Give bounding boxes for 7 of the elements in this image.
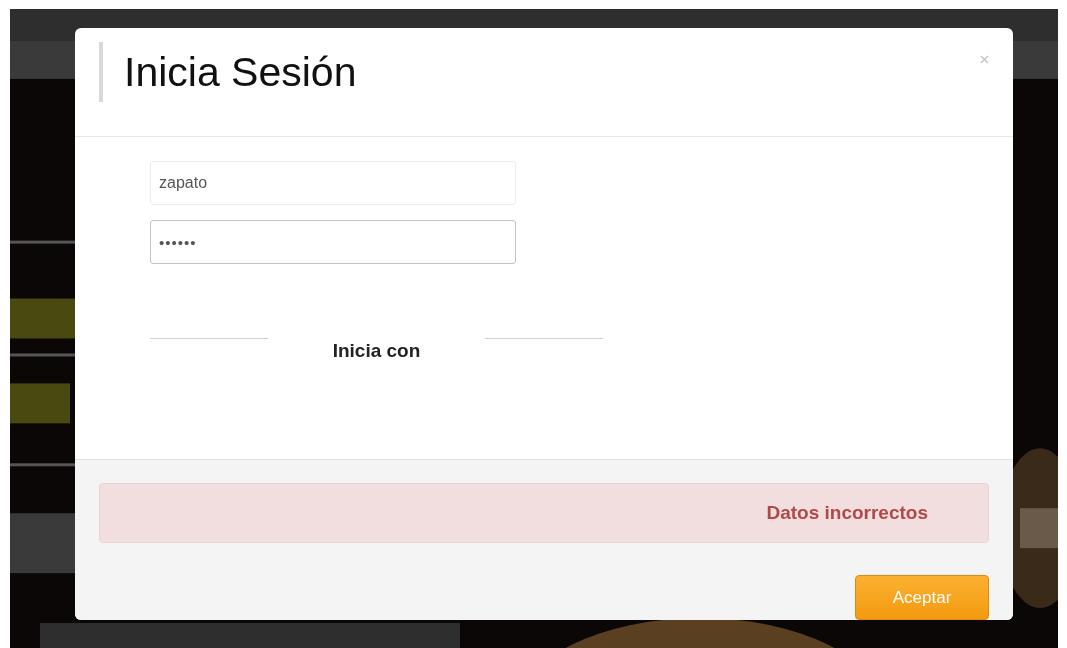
username-field[interactable]: zapato <box>150 161 516 205</box>
error-alert: Datos incorrectos <box>99 483 989 543</box>
title-accent-bar <box>99 42 103 102</box>
dialog-title: Inicia Sesión <box>124 48 357 96</box>
close-icon[interactable] <box>980 55 989 64</box>
password-field[interactable]: •••••• <box>150 220 516 264</box>
divider-label: Inicia con <box>331 339 422 362</box>
